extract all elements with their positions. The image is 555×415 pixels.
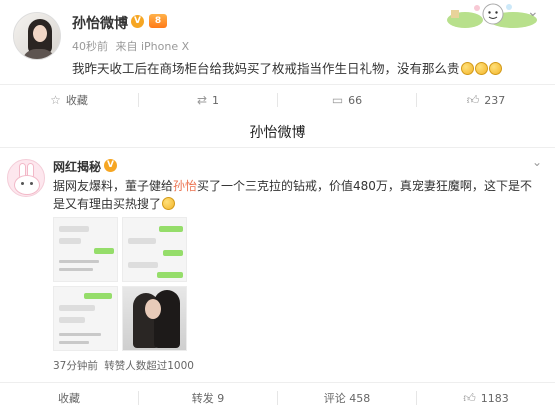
post-action-bar: ☆ 收藏 ⇄ 1 ▭ 66 👍︎ 237	[0, 84, 555, 114]
comment-count: 66	[348, 93, 363, 107]
author-name[interactable]: 网红揭秘	[53, 158, 101, 175]
weibo-post-sunyi: 孙怡微博 V 8 40秒前 来自 iPhone X 我昨天收工后在商场柜台给我妈…	[0, 0, 555, 117]
laugh-cry-emoji-icon	[474, 62, 488, 75]
favorite-button[interactable]: ☆ 收藏	[0, 85, 138, 115]
mention-link[interactable]: 孙怡	[173, 179, 197, 193]
couple-photo[interactable]	[122, 286, 187, 351]
vip-badge-icon: 8	[149, 14, 167, 28]
like-count: 237	[484, 93, 506, 107]
post-meta: 40秒前 来自 iPhone X	[72, 38, 193, 54]
verified-badge-icon: V	[104, 159, 117, 172]
chat-screenshot-photo[interactable]	[53, 286, 118, 351]
post-text: 我昨天收工后在商场柜台给我妈买了枚戒指当作生日礼物，没有那么贵	[72, 58, 502, 77]
star-icon: ☆	[50, 93, 61, 107]
post-action-bar: 收藏 转发 9 评论 458 👍︎ 1183	[0, 382, 555, 412]
like-count: 1183	[480, 391, 509, 405]
author-avatar[interactable]	[7, 159, 45, 197]
post-text-prefix: 据网友爆料，董子健给	[53, 179, 174, 193]
thumbs-up-icon: 👍︎	[466, 92, 480, 107]
chevron-down-icon[interactable]: ⌄	[532, 155, 542, 169]
author-avatar[interactable]	[13, 12, 61, 60]
post-meta: 37分钟前 转赞人数超过1000	[53, 358, 197, 373]
comment-button[interactable]: 评论 458	[278, 383, 416, 413]
thumbs-up-icon: 👍︎	[463, 390, 476, 405]
comment-button[interactable]: ▭ 66	[278, 85, 416, 115]
verified-badge-icon: V	[131, 15, 144, 28]
weibo-post-gossip: 网红揭秘 V ⌄ 据网友爆料，董子健给孙怡买了一个三克拉的钻戒，价值480万，真…	[0, 147, 555, 415]
post-source: 来自 iPhone X	[115, 40, 190, 53]
post-time[interactable]: 40秒前	[72, 40, 108, 53]
repost-button[interactable]: ⇄ 1	[139, 85, 277, 115]
post-text-content: 我昨天收工后在商场柜台给我妈买了枚戒指当作生日礼物，没有那么贵	[72, 61, 460, 76]
post-text: 据网友爆料，董子健给孙怡买了一个三克拉的钻戒，价值480万，真宠妻狂魔啊，这下是…	[53, 177, 543, 213]
laugh-cry-emoji-icon	[488, 62, 502, 75]
chevron-down-icon[interactable]: ⌄	[527, 4, 539, 20]
repost-label: 转发 9	[191, 392, 225, 405]
favorite-label: 收藏	[58, 392, 80, 405]
like-button[interactable]: 👍︎ 237	[417, 85, 555, 115]
comment-label: 评论 458	[323, 392, 371, 405]
post-time[interactable]: 37分钟前	[53, 360, 98, 372]
repost-icon: ⇄	[196, 93, 208, 107]
author-name[interactable]: 孙怡微博	[72, 13, 128, 33]
repost-button[interactable]: 转发 9	[139, 383, 277, 413]
comment-icon: ▭	[331, 93, 344, 107]
chat-screenshot-photo[interactable]	[53, 217, 118, 282]
likes-info: 转赞人数超过1000	[104, 360, 194, 372]
image-caption: 孙怡微博	[249, 125, 306, 141]
like-button[interactable]: 👍︎ 1183	[417, 383, 555, 413]
laugh-cry-emoji-icon	[460, 62, 474, 75]
favorite-button[interactable]: 收藏	[0, 383, 138, 413]
chat-screenshot-photo[interactable]	[122, 217, 187, 282]
repost-count: 1	[212, 93, 220, 107]
emoji-icon	[162, 197, 176, 210]
favorite-label: 收藏	[65, 94, 88, 107]
